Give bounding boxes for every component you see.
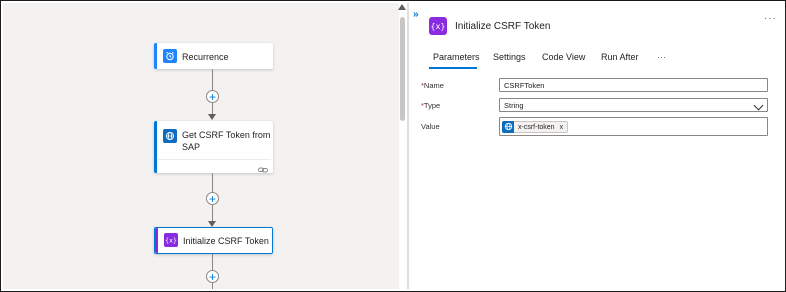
tab-parameters[interactable]: Parameters xyxy=(433,52,480,62)
card-accent xyxy=(154,43,157,69)
dynamic-content-token[interactable]: x-csrf-token x xyxy=(502,120,569,133)
svg-text:{x}: {x} xyxy=(165,237,177,245)
card-accent xyxy=(154,121,157,173)
properties-panel: » {x} Initialize CSRF Token ··· Paramete… xyxy=(409,3,783,289)
card-title: Recurrence xyxy=(182,52,229,62)
canvas-scrollbar[interactable] xyxy=(400,17,405,121)
type-label: *Type xyxy=(421,101,440,110)
expand-panel-icon[interactable]: » xyxy=(413,9,419,20)
card-title-line-1: Get CSRF Token from xyxy=(182,130,271,140)
active-tab-indicator xyxy=(429,67,477,69)
add-step-button[interactable]: + xyxy=(206,90,219,103)
name-label-text: Name xyxy=(423,81,444,90)
tab-more[interactable]: ··· xyxy=(657,52,666,62)
globe-icon xyxy=(163,129,177,143)
designer-window: Recurrence + Get CSRF Token from SAP + {… xyxy=(0,0,786,292)
initialize-csrf-token-card[interactable]: {x} Initialize CSRF Token xyxy=(154,227,273,254)
scroll-up-icon[interactable] xyxy=(398,4,406,10)
name-label: *Name xyxy=(421,81,444,90)
alarm-clock-icon xyxy=(163,49,177,63)
token-label: x-csrf-token xyxy=(518,123,555,131)
card-divider xyxy=(158,159,271,160)
tab-run-after[interactable]: Run After xyxy=(601,52,639,62)
chevron-down-icon xyxy=(753,100,764,111)
card-title: Initialize CSRF Token xyxy=(183,236,269,246)
workflow-canvas[interactable]: Recurrence + Get CSRF Token from SAP + {… xyxy=(3,3,399,289)
get-csrf-token-card[interactable]: Get CSRF Token from SAP xyxy=(154,121,273,173)
type-select-value: String xyxy=(504,100,524,110)
connector-arrow xyxy=(208,114,216,120)
globe-icon xyxy=(502,120,514,133)
add-step-button[interactable]: + xyxy=(206,270,219,283)
panel-title[interactable]: Initialize CSRF Token xyxy=(455,21,550,32)
link-icon xyxy=(258,161,268,179)
type-select[interactable]: String xyxy=(499,98,768,112)
tab-code-view[interactable]: Code View xyxy=(542,52,585,62)
value-field[interactable]: x-csrf-token x xyxy=(499,117,768,136)
variable-icon: {x} xyxy=(429,17,447,35)
value-label: Value xyxy=(421,122,440,131)
tab-settings[interactable]: Settings xyxy=(493,52,526,62)
type-label-text: Type xyxy=(423,101,441,110)
svg-text:{x}: {x} xyxy=(431,22,446,31)
variable-icon: {x} xyxy=(164,233,178,247)
name-field-value: CSRFToken xyxy=(504,80,545,90)
recurrence-card[interactable]: Recurrence xyxy=(154,43,273,69)
remove-token-button[interactable]: x xyxy=(560,124,564,131)
name-field[interactable]: CSRFToken xyxy=(499,78,768,92)
more-options-button[interactable]: ··· xyxy=(764,13,777,24)
card-title-line-2: SAP xyxy=(182,142,201,152)
add-step-button[interactable]: + xyxy=(206,192,219,205)
card-accent xyxy=(155,228,158,253)
